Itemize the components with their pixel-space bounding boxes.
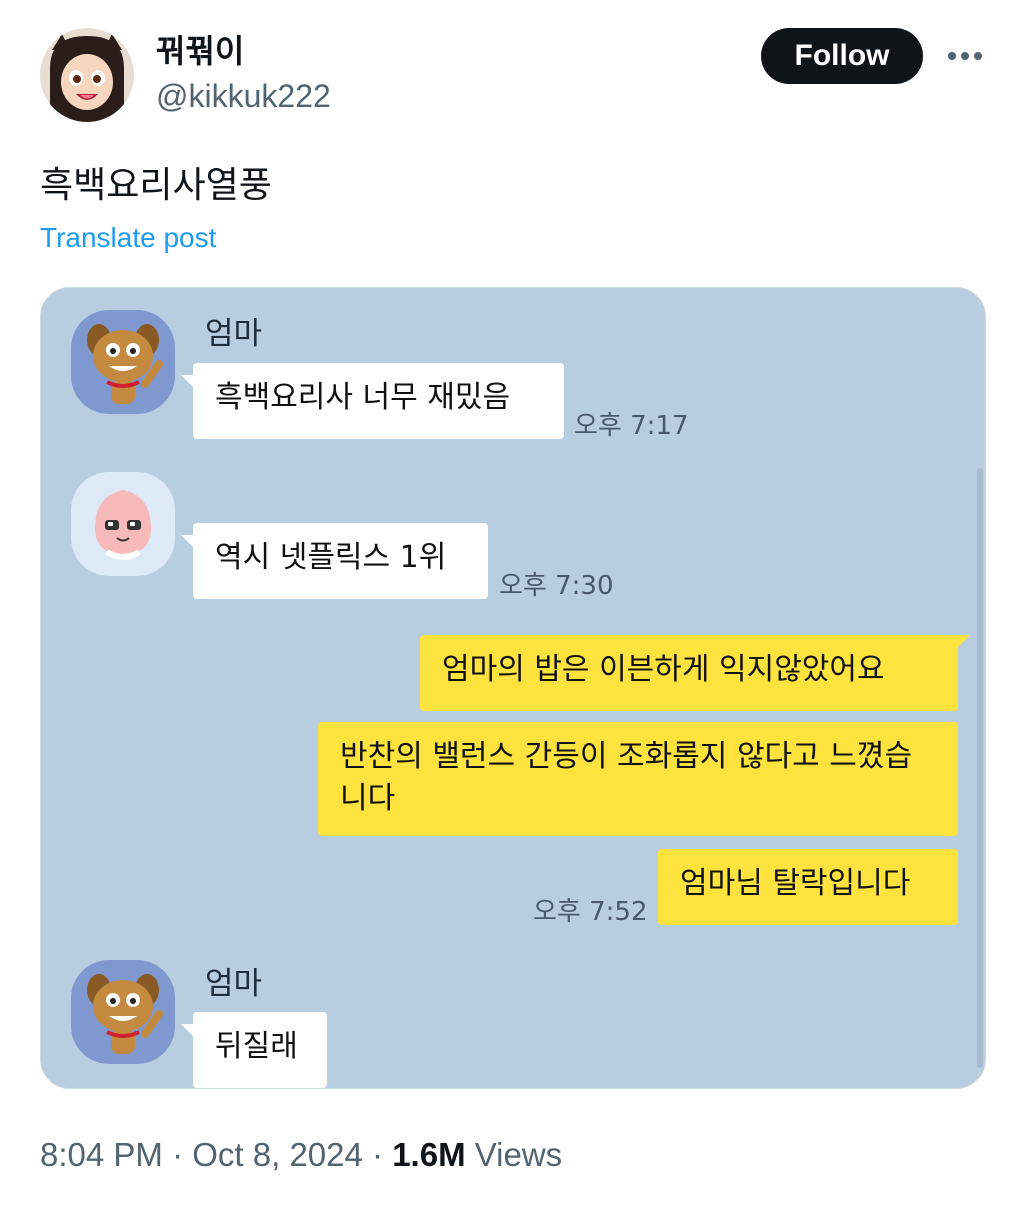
sender-name: 엄마 <box>205 966 263 1002</box>
post-meta: 8:04 PM · Oct 8, 2024 · 1.6M Views <box>40 1136 562 1174</box>
follow-button[interactable]: Follow <box>761 28 923 84</box>
peach-character-icon <box>71 472 175 576</box>
sender-name: 엄마 <box>205 316 263 352</box>
chat-bubble-sent: 엄마의 밥은 이븐하게 익지않았어요 <box>420 635 970 711</box>
more-dots-icon <box>948 52 982 60</box>
mom-avatar <box>71 310 175 414</box>
post-text: 흑백요리사열풍 <box>40 165 272 206</box>
user-handle[interactable]: @kikkuk222 <box>156 78 331 115</box>
post-date[interactable]: Oct 8, 2024 <box>192 1136 363 1173</box>
chat-bubble-sent: 엄마님 탈락입니다 <box>658 849 958 925</box>
chat-bubble-received: 뒤질래 <box>181 1012 327 1088</box>
chat-bubble-sent: 반찬의 밸런스 간등이 조화롭지 않다고 느꼈습니다 <box>318 722 958 836</box>
message-time: 오후 7:52 <box>533 897 648 927</box>
chat-scrollbar <box>977 468 983 1068</box>
translate-post-link[interactable]: Translate post <box>40 222 216 254</box>
dog-character-icon <box>71 960 175 1064</box>
message-time: 오후 7:17 <box>574 411 689 441</box>
message-time: 오후 7:30 <box>499 571 614 601</box>
friend-avatar <box>71 472 175 576</box>
chat-bubble-received: 흑백요리사 너무 재밌음 <box>181 363 564 439</box>
chat-bubble-received: 역시 넷플릭스 1위 <box>181 523 488 599</box>
views-label: Views <box>474 1136 563 1173</box>
more-options-button[interactable] <box>942 36 988 76</box>
separator-dot: · <box>372 1136 393 1173</box>
chat-screenshot-image[interactable]: 엄마 흑백요리사 너무 재밌음 오후 7:17 역시 넷플릭스 1위 오후 7:… <box>40 287 986 1089</box>
display-name[interactable]: 꿔꿖이 <box>156 26 244 72</box>
post-time[interactable]: 8:04 PM <box>40 1136 163 1173</box>
separator-dot: · <box>172 1136 193 1173</box>
views-count: 1.6M <box>392 1136 466 1173</box>
mom-avatar <box>71 960 175 1064</box>
author-avatar[interactable] <box>40 28 134 122</box>
dog-character-icon <box>71 310 175 414</box>
